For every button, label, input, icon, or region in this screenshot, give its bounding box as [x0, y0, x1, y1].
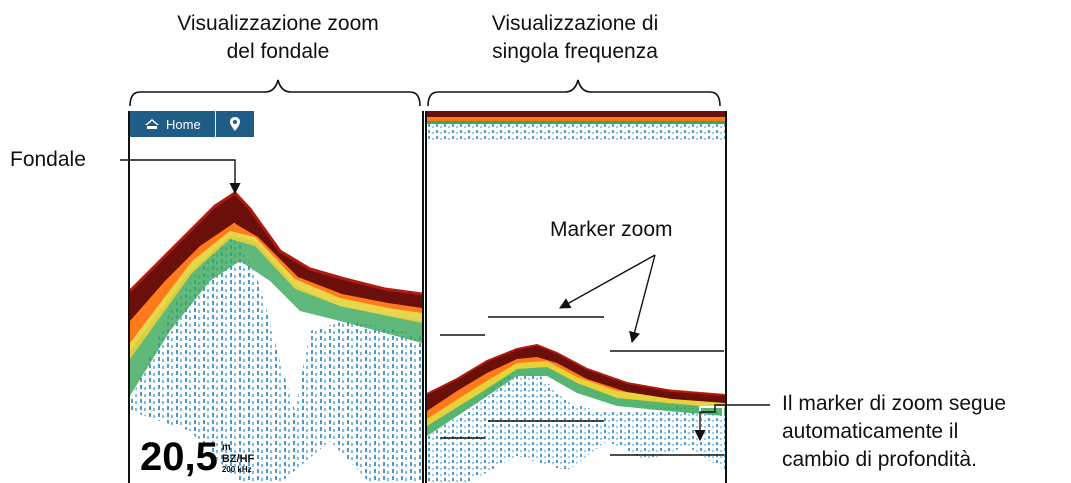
zoom-marker-arrow — [559, 254, 656, 309]
follow-leader — [694, 404, 770, 442]
follow-line1: Il marker di zoom segue — [782, 392, 1007, 415]
bracket-single-view — [427, 79, 721, 107]
bracket-zoom-view — [129, 79, 421, 107]
follow-line2: automaticamente il — [782, 420, 959, 443]
seabed-leader — [120, 159, 241, 195]
seabed-label: Fondale — [10, 148, 86, 171]
follow-line3: cambio di profondità. — [782, 448, 977, 471]
zoom-marker-arrow — [629, 254, 656, 344]
follow-label: Il marker di zoom segue automaticamente … — [782, 390, 1006, 474]
zoom-marker-label: Marker zoom — [550, 218, 673, 241]
